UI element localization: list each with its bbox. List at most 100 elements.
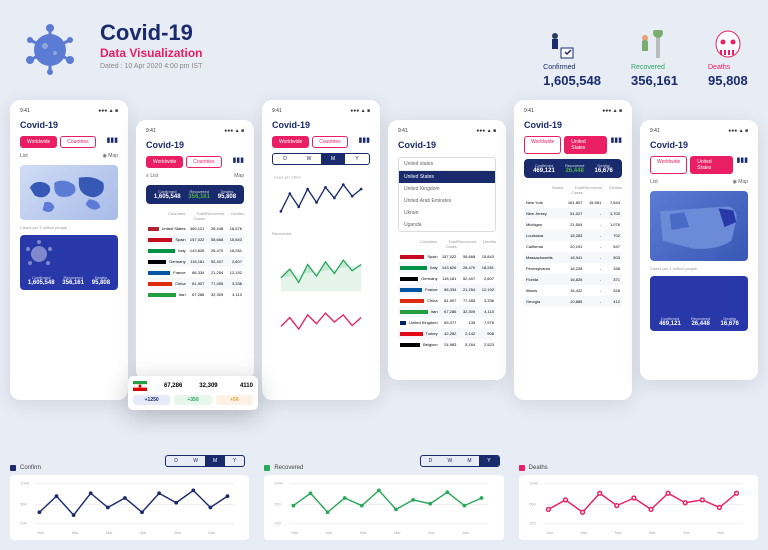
stat-value: 95,808 xyxy=(708,73,748,88)
table-row[interactable]: China81,90777,4553,336 xyxy=(146,278,244,289)
chart-icon[interactable]: ▮▮▮ xyxy=(610,136,622,154)
tab-worldwide[interactable]: Worldwide xyxy=(146,156,183,168)
status-icons: ●●● ▲ ■ xyxy=(602,108,622,114)
table-row[interactable]: Georgia10,885-412 xyxy=(524,296,622,307)
table-row[interactable]: France86,33421,25412,192 xyxy=(146,267,244,278)
dropdown-selected[interactable]: United States xyxy=(399,171,495,183)
tab-countries[interactable]: Countries xyxy=(312,136,347,148)
stat-label: Deaths xyxy=(708,64,730,71)
legend-label: Recovered xyxy=(274,465,303,471)
time-tabs[interactable]: DWMY xyxy=(165,455,245,467)
map-toggle[interactable]: ◉ Map xyxy=(733,179,749,185)
table-row[interactable]: Germany118,18152,4072,607 xyxy=(398,273,496,284)
flag-icon xyxy=(148,282,172,286)
tab-us[interactable]: United States xyxy=(690,156,733,174)
confirmed-illustration xyxy=(543,30,583,60)
tab-worldwide[interactable]: Worldwide xyxy=(650,156,687,174)
phone-title: Covid-19 xyxy=(268,116,374,134)
status-time: 9:41 xyxy=(20,108,30,114)
list-toggle[interactable]: ≡ List xyxy=(146,173,158,179)
tab-worldwide[interactable]: Worldwide xyxy=(272,136,309,148)
svg-text:Mar: Mar xyxy=(463,531,470,535)
bottom-chart-deaths: Deaths 1000500200MarMarMarMarMarMar xyxy=(519,465,758,540)
flag-icon xyxy=(133,381,147,391)
time-tabs[interactable]: DWMY xyxy=(420,455,500,467)
flag-icon xyxy=(400,255,424,259)
dropdown-item[interactable]: United Kingdom xyxy=(399,183,495,195)
map-toggle[interactable]: ◉ Map xyxy=(103,153,119,159)
dropdown-input[interactable]: United states xyxy=(399,158,495,171)
flag-icon xyxy=(400,277,418,281)
table-row[interactable]: Spain157,02255,66815,843 xyxy=(398,251,496,262)
dropdown-item[interactable]: Uganda xyxy=(399,219,495,231)
svg-text:Mar: Mar xyxy=(106,531,113,535)
table-row[interactable]: Illinois16,422-528 xyxy=(524,285,622,296)
table-row[interactable]: United States469,12126,44816,676 xyxy=(146,223,244,234)
table-row[interactable]: Germany118,18152,4072,607 xyxy=(146,256,244,267)
table-row[interactable]: Iran67,28632,3094,110 xyxy=(398,306,496,317)
table-row[interactable]: Spain157,02255,66815,843 xyxy=(146,234,244,245)
phone-title: Covid-19 xyxy=(646,136,752,154)
svg-text:Mar: Mar xyxy=(683,531,690,535)
us-map[interactable] xyxy=(650,191,748,261)
tab-worldwide[interactable]: Worldwide xyxy=(524,136,561,154)
tab-us[interactable]: United States xyxy=(564,136,607,154)
map-caption: Cases per 1 million people xyxy=(646,264,752,273)
country-dropdown[interactable]: United states United States United Kingd… xyxy=(398,157,496,232)
tab-worldwide[interactable]: Worldwide xyxy=(20,136,57,148)
delta-recovered: +350 xyxy=(174,395,211,405)
world-map[interactable] xyxy=(20,165,118,220)
flag-icon xyxy=(148,238,172,242)
chart-icon[interactable]: ▮▮▮ xyxy=(232,156,244,168)
virus-summary-card: Confirmed1,605,548 Recovered356,161 Deat… xyxy=(20,235,118,290)
table-row[interactable]: Louisiana18,283-702 xyxy=(524,230,622,241)
tab-countries[interactable]: Countries xyxy=(60,136,95,148)
time-range-tabs[interactable]: D W M Y xyxy=(272,153,370,165)
table-row[interactable]: France86,33421,25412,192 xyxy=(398,284,496,295)
table-row[interactable]: United Kingdom65,0771357,978 xyxy=(398,317,496,328)
legend-dot xyxy=(519,465,525,471)
svg-text:500: 500 xyxy=(275,503,281,507)
country-table: CountriesTotal CasesRecoveredDeaths Spai… xyxy=(394,235,500,352)
list-toggle[interactable]: List xyxy=(650,179,658,185)
phone-us-map: 9:41●●● ▲ ■ Covid-19 Worldwide United St… xyxy=(640,120,758,380)
svg-text:Mar: Mar xyxy=(580,531,587,535)
stat-label: Recovered xyxy=(631,64,665,71)
phone-title: Covid-19 xyxy=(520,116,626,134)
table-row[interactable]: Michigan21,504-1,076 xyxy=(524,219,622,230)
status-icons: ●●● ▲ ■ xyxy=(728,128,748,134)
svg-text:Mar: Mar xyxy=(546,531,553,535)
chart-icon[interactable]: ▮▮▮ xyxy=(358,136,370,148)
stat-confirmed: Confirmed 1,605,548 xyxy=(543,30,601,88)
map-toggle[interactable]: Map xyxy=(234,173,244,179)
table-row[interactable]: Massachusetts18,941-503 xyxy=(524,252,622,263)
table-row[interactable]: California20,191-547 xyxy=(524,241,622,252)
table-row[interactable]: Pennsylvania18,228-338 xyxy=(524,263,622,274)
chart-icon[interactable]: ▮▮▮ xyxy=(106,136,118,148)
svg-text:Mar: Mar xyxy=(360,531,367,535)
table-row[interactable]: Italy143,62628,47018,281 xyxy=(398,262,496,273)
table-row[interactable]: Belgium24,9835,1642,523 xyxy=(398,339,496,350)
svg-text:Mar: Mar xyxy=(72,531,79,535)
table-row[interactable]: Iran67,28632,3094,110 xyxy=(146,289,244,300)
table-row[interactable]: Italy143,62628,47018,281 xyxy=(146,245,244,256)
tab-countries[interactable]: Countries xyxy=(186,156,221,168)
dropdown-item[interactable]: Ukrain xyxy=(399,207,495,219)
deaths-illustration xyxy=(708,30,748,60)
table-row[interactable]: New Jersey51,027-1,700 xyxy=(524,208,622,219)
table-row[interactable]: New York161,80715,5617,844 xyxy=(524,197,622,208)
bottom-charts: Confirm DWMY 1000500200MarMarMarMarMarMa… xyxy=(10,465,758,540)
svg-text:Mar: Mar xyxy=(615,531,622,535)
chart-icon[interactable]: ▮▮▮ xyxy=(736,156,748,174)
table-row[interactable]: Turkey42,2822,142908 xyxy=(398,328,496,339)
flag-icon xyxy=(400,310,428,314)
table-row[interactable]: Florida16,826-371 xyxy=(524,274,622,285)
table-row[interactable]: China81,90777,4553,336 xyxy=(398,295,496,306)
status-icons: ●●● ▲ ■ xyxy=(224,128,244,134)
dropdown-item[interactable]: United Arab Emirates xyxy=(399,195,495,207)
svg-text:Cases per million: Cases per million xyxy=(274,175,301,179)
list-toggle[interactable]: List xyxy=(20,153,28,159)
svg-text:Mar: Mar xyxy=(38,531,45,535)
stat-bar: Confirmed1,605,548 Recovered356,161 Deat… xyxy=(146,185,244,204)
virus-icon xyxy=(20,20,80,80)
